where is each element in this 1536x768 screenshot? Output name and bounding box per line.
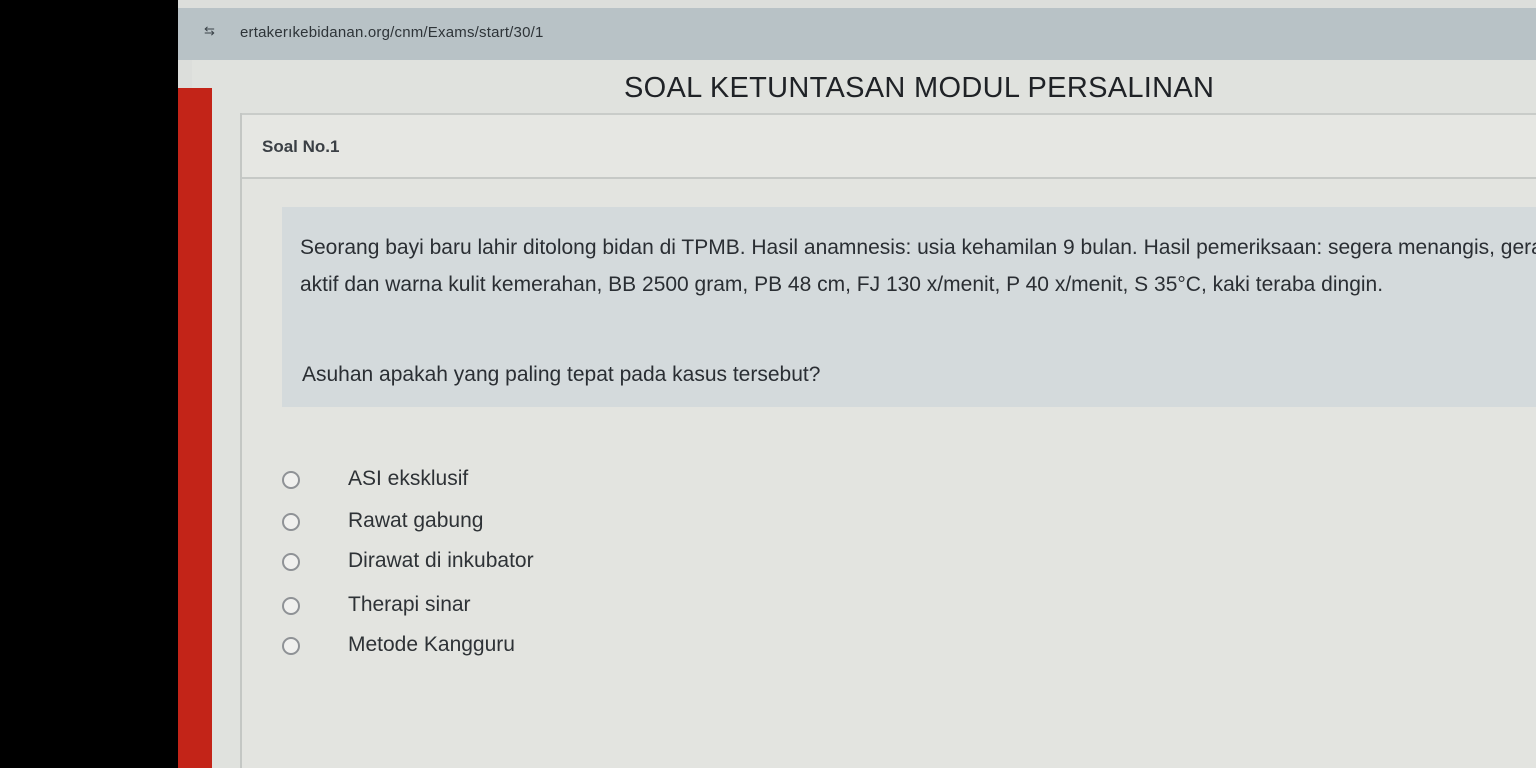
answer-option-label[interactable]: Metode Kangguru [348,633,515,657]
browser-window: ⇆ ertakerıkebidanan.org/cnm/Exams/start/… [178,0,1536,768]
answer-option-label[interactable]: Therapi sinar [348,593,471,617]
address-bar[interactable]: ⇆ ertakerıkebidanan.org/cnm/Exams/start/… [178,8,1536,60]
question-prompt: Asuhan apakah yang paling tepat pada kas… [302,363,821,386]
radio-button-icon[interactable] [282,553,300,571]
side-accent-strip [178,88,212,768]
question-panel: Soal No.1 Seorang bayi baru lahir ditolo… [240,113,1536,768]
question-number: Soal No.1 [262,137,340,156]
answer-option-label[interactable]: ASI eksklusif [348,467,468,491]
answer-option-label[interactable]: Dirawat di inkubator [348,549,534,573]
answer-option-b[interactable]: Rawat gabung [282,507,682,537]
address-url[interactable]: ertakerıkebidanan.org/cnm/Exams/start/30… [240,24,544,41]
answer-option-d[interactable]: Therapi sinar [282,591,682,621]
answer-option-label[interactable]: Rawat gabung [348,509,483,533]
radio-button-icon[interactable] [282,597,300,615]
question-body: Seorang bayi baru lahir ditolong bidan d… [282,207,1536,407]
answer-option-a[interactable]: ASI eksklusif [282,465,682,495]
radio-button-icon[interactable] [282,471,300,489]
radio-button-icon[interactable] [282,637,300,655]
screen: ⇆ ertakerıkebidanan.org/cnm/Exams/start/… [0,0,1536,768]
radio-button-icon[interactable] [282,513,300,531]
question-header: Soal No.1 [242,113,1536,179]
exam-page: SOAL KETUNTASAN MODUL PERSALINAN Soal No… [192,60,1536,768]
site-settings-icon[interactable]: ⇆ [204,24,222,38]
page-title: SOAL KETUNTASAN MODUL PERSALINAN [624,72,1215,104]
question-text: Seorang bayi baru lahir ditolong bidan d… [300,236,1536,296]
answer-option-c[interactable]: Dirawat di inkubator [282,547,682,577]
answer-option-e[interactable]: Metode Kangguru [282,631,682,661]
